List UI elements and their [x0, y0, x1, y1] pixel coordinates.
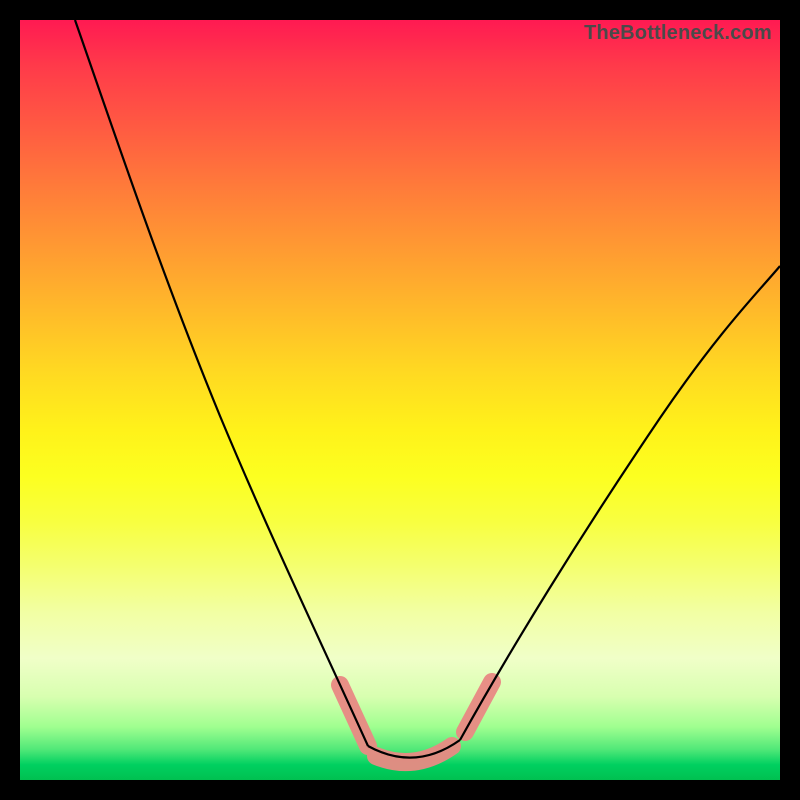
plot-area — [20, 20, 780, 780]
left-curve — [75, 20, 368, 746]
watermark-text: TheBottleneck.com — [584, 22, 772, 45]
curve-overlay — [20, 20, 780, 780]
chart-frame: TheBottleneck.com — [0, 0, 800, 800]
right-curve — [460, 266, 780, 740]
